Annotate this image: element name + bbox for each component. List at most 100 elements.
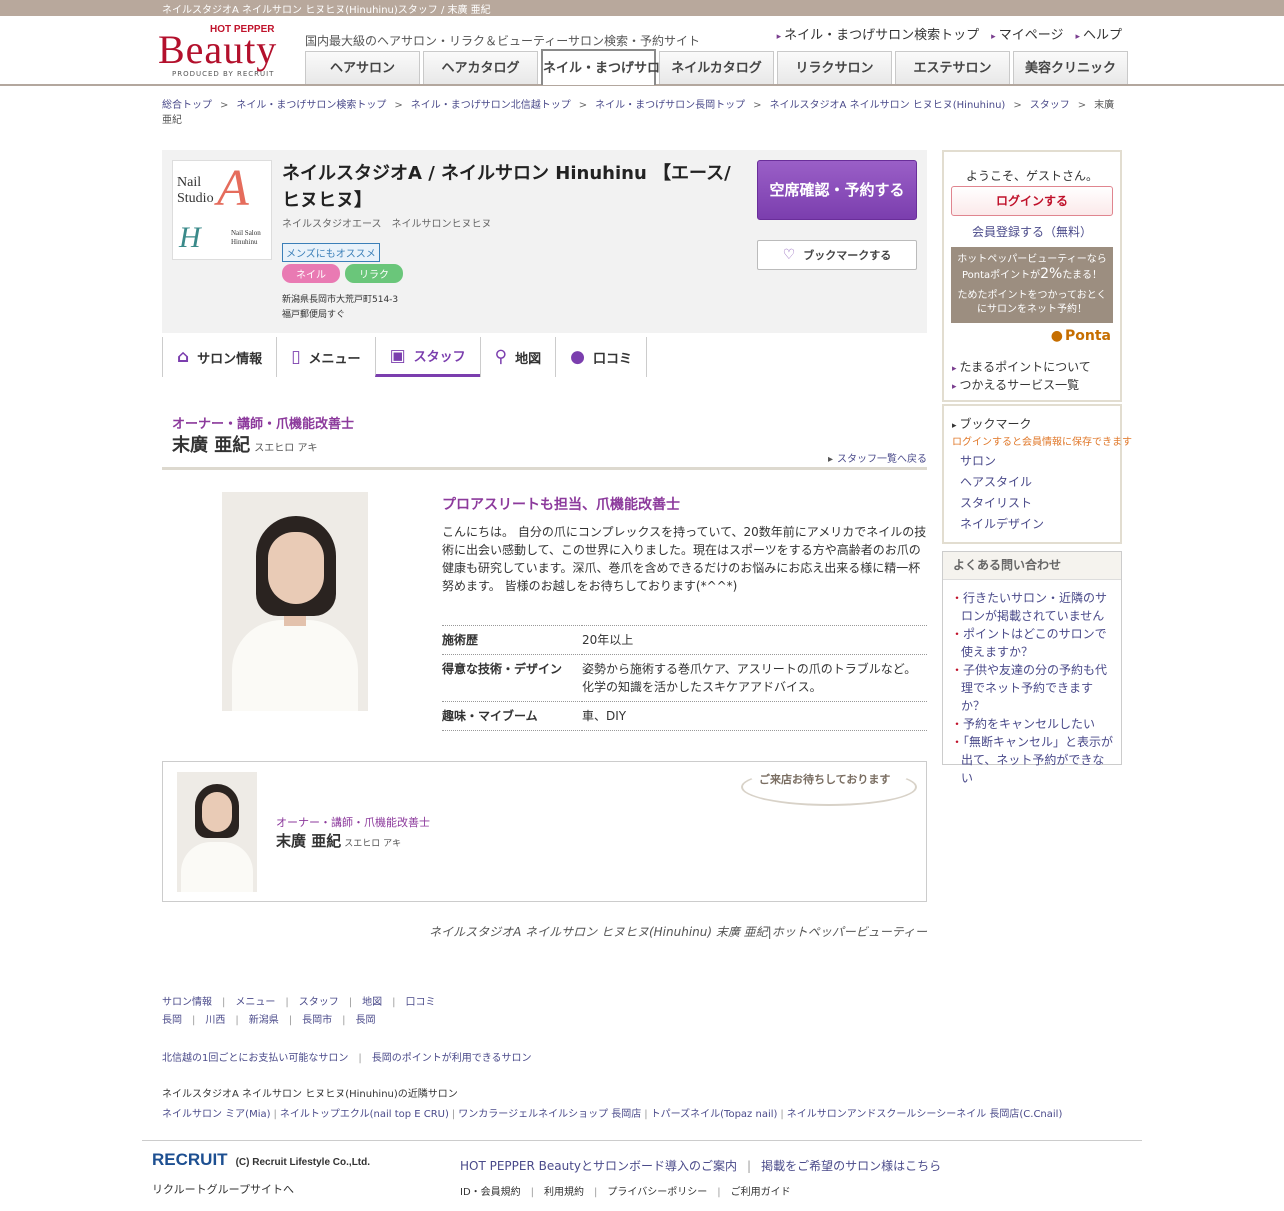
footer-link[interactable]: ID・会員規約 [460, 1187, 521, 1198]
header-top-links: ネイル・まつげサロン検索トップ マイページ ヘルプ [777, 24, 1122, 43]
footer-link[interactable]: HOT PEPPER Beautyとサロンボード導入のご案内 [460, 1159, 737, 1173]
nearby-link[interactable]: ワンカラージェルネイルショップ 長岡店 [458, 1109, 641, 1120]
table-row: 施術歴 20年以上 [442, 625, 927, 655]
nearby-link[interactable]: ネイルサロンアンドスクールシーシーネイル 長岡店(C.Cnail) [787, 1109, 1063, 1120]
breadcrumb-item[interactable]: 総合トップ [162, 100, 212, 111]
subnav-map[interactable]: ⚲ 地図 [479, 337, 555, 377]
tab-nail-salon[interactable]: ネイル・まつげサロン [541, 49, 673, 85]
map-pin-icon: ⚲ [494, 347, 508, 367]
salon-logo-h: H [179, 221, 201, 254]
ponta-mascot-icon: ● [1050, 328, 1063, 344]
footer-link[interactable]: 掲載をご希望のサロン様はこちら [761, 1159, 941, 1173]
nearby-link[interactable]: ネイルサロン ミア(Mia) [162, 1109, 271, 1120]
register-link[interactable]: 会員登録する（無料） [944, 223, 1120, 240]
tab-hair-salon[interactable]: ヘアサロン [305, 51, 420, 84]
staff-catchphrase: プロアスリートも担当、爪機能改善士 [442, 497, 680, 513]
tab-beauty-clinic[interactable]: 美容クリニック [1013, 51, 1128, 84]
tab-nail-catalog[interactable]: ネイルカタログ [659, 51, 774, 84]
staff-name: 末廣 亜紀 スエヒロ アキ [172, 435, 318, 456]
sidebar-bookmark-box: ブックマーク ログインすると会員情報に保存できます サロン ヘアスタイル スタイ… [942, 404, 1132, 544]
site-logo[interactable]: HOT PEPPER Beauty PRODUCED BY RECRUIT [158, 24, 284, 82]
tab-esthe-salon[interactable]: エステサロン [895, 51, 1010, 84]
login-button[interactable]: ログインする [951, 186, 1113, 216]
link-ponta-services[interactable]: つかえるサービス一覧 [952, 376, 1080, 393]
tab-hair-catalog[interactable]: ヘアカタログ [423, 51, 538, 84]
faq-item[interactable]: 子供や友達の分の予約も代理でネット予約できますか？ [943, 661, 1115, 715]
faq-item[interactable]: 「無断キャンセル」と表示が出て、ネット予約ができない [943, 733, 1115, 787]
link-nail-search-top[interactable]: ネイル・まつげサロン検索トップ [777, 24, 979, 43]
staff-thumbnail [177, 772, 257, 892]
breadcrumb-item[interactable]: スタッフ [1030, 100, 1070, 111]
sidebar-faq-box: よくある問い合わせ 行きたいサロン・近隣のサロンが掲載されていません ポイントは… [942, 551, 1122, 785]
bookmark-title: ブックマーク [952, 415, 1032, 432]
salon-logo-text: Nail Studio [177, 175, 214, 206]
link-mypage[interactable]: マイページ [991, 24, 1064, 43]
message-name: 末廣 亜紀 スエヒロ アキ [276, 832, 402, 850]
sidebar-login-box: ようこそ、ゲストさん。 ログインする 会員登録する（無料） ホットペッパービュー… [942, 150, 1122, 402]
bookmark-item-salon[interactable]: サロン [960, 452, 996, 469]
page-footline: ネイルスタジオA ネイルサロン ヒヌヒヌ(Hinuhinu) 末廣 亜紀|ホット… [429, 925, 927, 939]
breadcrumb-item[interactable]: ネイルスタジオA ネイルサロン ヒヌヒヌ(Hinuhinu) [770, 100, 1006, 111]
subnav-reviews[interactable]: ● 口コミ [555, 337, 647, 377]
footer-link[interactable]: 新潟県 [249, 1015, 279, 1026]
link-ponta-earn[interactable]: たまるポイントについて [952, 358, 1091, 375]
subnav-menu[interactable]: ▯ メニュー [276, 337, 374, 377]
footer-divider [142, 1140, 1142, 1141]
tab-relax-salon[interactable]: リラクサロン [777, 51, 892, 84]
subnav-staff[interactable]: ▣ スタッフ [374, 337, 480, 377]
top-title-text: ネイルスタジオA ネイルサロン ヒヌヒヌ(Hinuhinu)スタッフ / 末廣 … [162, 5, 491, 16]
faq-title: よくある問い合わせ [943, 552, 1121, 580]
salon-subnav: ⌂ サロン情報 ▯ メニュー ▣ スタッフ ⚲ 地図 ● 口コミ [162, 337, 647, 377]
welcome-text: ようこそ、ゲストさん。 [965, 169, 1098, 183]
faq-item[interactable]: 行きたいサロン・近隣のサロンが掲載されていません [943, 589, 1115, 625]
link-help[interactable]: ヘルプ [1075, 24, 1122, 43]
bookmark-item-hairstyle[interactable]: ヘアスタイル [960, 473, 1032, 490]
footer-link[interactable]: スタッフ [299, 997, 339, 1008]
footer-link[interactable]: ご利用ガイド [731, 1187, 791, 1198]
footer-link[interactable]: 利用規約 [544, 1187, 584, 1198]
reserve-button[interactable]: 空席確認・予約する [757, 160, 917, 220]
footer-link[interactable]: 地図 [362, 997, 382, 1008]
breadcrumb-item[interactable]: ネイル・まつげサロン北信越トップ [411, 100, 571, 111]
staff-role: オーナー・講師・爪機能改善士 [172, 417, 355, 432]
bookmark-note: ログインすると会員情報に保存できます [952, 437, 1132, 448]
subnav-salon-info[interactable]: ⌂ サロン情報 [162, 337, 276, 377]
bookmark-button[interactable]: ♡ ブックマークする [757, 240, 917, 270]
heart-icon: ♡ [782, 247, 796, 263]
breadcrumb-item[interactable]: ネイル・まつげサロン長岡トップ [595, 100, 745, 111]
footer-link[interactable]: 長岡市 [302, 1015, 332, 1026]
footer-link[interactable]: メニュー [235, 997, 275, 1008]
salon-kana: ネイルスタジオエース ネイルサロンヒヌヒヌ [282, 219, 492, 230]
staff-description: こんにちは。 自分の爪にコンプレックスを持っていて、20数年前にアメリカでネイル… [442, 525, 927, 593]
nearby-link[interactable]: ネイルトップエクル(nail top E CRU) [280, 1109, 449, 1120]
footer-main-links: HOT PEPPER Beautyとサロンボード導入のご案内 | 掲載をご希望のサロ… [460, 1159, 942, 1173]
message-role: オーナー・講師・爪機能改善士 [276, 816, 430, 829]
nearby-link[interactable]: トパーズネイル(Topaz nail) [651, 1109, 778, 1120]
copyright: (C) Recruit Lifestyle Co.,Ltd. [235, 1157, 371, 1168]
tag-nail: ネイル [282, 264, 340, 283]
footer-link[interactable]: 長岡 [356, 1015, 376, 1026]
staff-card-icon: ▣ [389, 345, 406, 366]
recruit-group-link[interactable]: リクルートグループサイトへ [152, 1181, 294, 1197]
bookmark-item-stylist[interactable]: スタイリスト [960, 494, 1032, 511]
footer-link[interactable]: プライバシーポリシー [607, 1187, 707, 1198]
chat-bubble-icon: ● [570, 347, 585, 367]
back-to-staff-list-link[interactable]: スタッフ一覧へ戻る [828, 450, 927, 465]
staff-divider [162, 467, 927, 470]
mens-badge: メンズにもオススメ [282, 243, 380, 262]
footer-link[interactable]: 長岡 [162, 1015, 182, 1026]
recruit-logo[interactable]: RECRUIT (C) Recruit Lifestyle Co.,Ltd. [152, 1150, 370, 1170]
footer-link[interactable]: 北信越の1回ごとにお支払い可能なサロン [162, 1053, 348, 1064]
footer-link[interactable]: 川西 [205, 1015, 225, 1026]
footer-sub-links: ID・会員規約 | 利用規約 | プライバシーポリシー | ご利用ガイド [460, 1187, 791, 1198]
faq-item[interactable]: 予約をキャンセルしたい [943, 715, 1115, 733]
footer-link[interactable]: 口コミ [406, 997, 436, 1008]
site-tagline: 国内最大級のヘアサロン・リラク＆ビューティーサロン検索・予約サイト [305, 34, 701, 48]
faq-item[interactable]: ポイントはどこのサロンで使えますか？ [943, 625, 1115, 661]
footer-link[interactable]: サロン情報 [162, 997, 212, 1008]
footer-link[interactable]: 長岡のポイントが利用できるサロン [372, 1053, 532, 1064]
salon-address: 新潟県長岡市大荒戸町514-3 福戸郵便局すぐ [282, 295, 399, 320]
home-icon: ⌂ [177, 347, 190, 367]
bookmark-item-nail-design[interactable]: ネイルデザイン [960, 515, 1044, 532]
breadcrumb-item[interactable]: ネイル・まつげサロン検索トップ [236, 100, 386, 111]
